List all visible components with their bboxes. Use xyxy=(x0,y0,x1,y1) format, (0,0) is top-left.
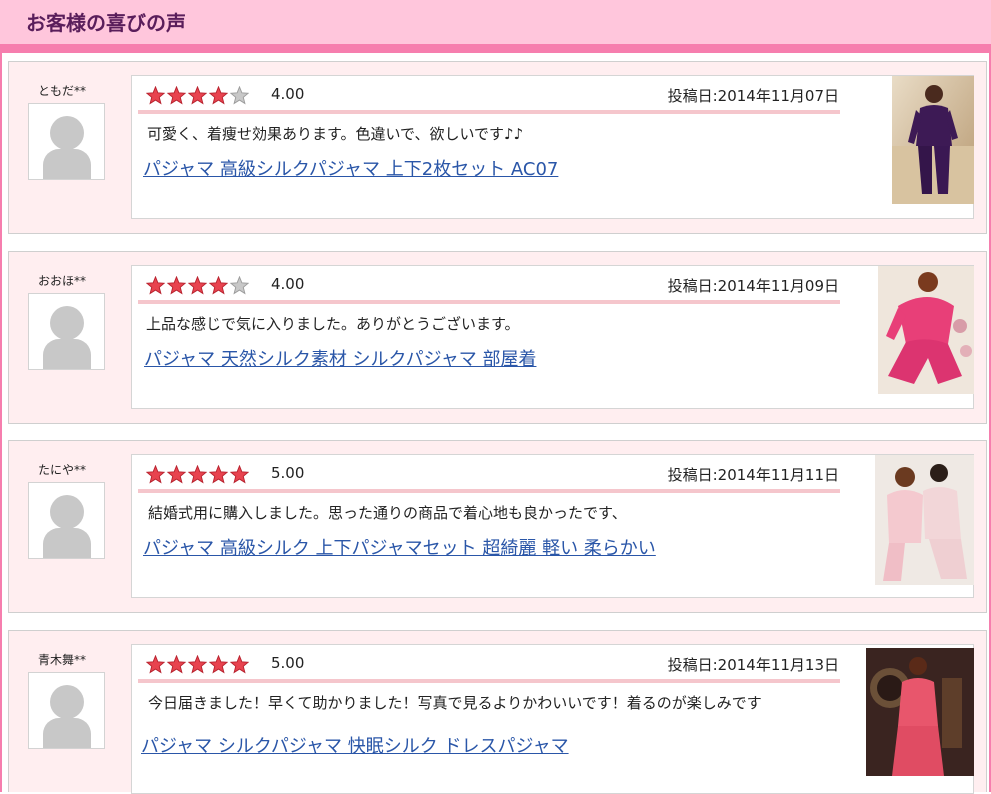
star-empty-icon xyxy=(230,275,249,294)
review-item: おおほ** 4.00 投稿日:2014年11月09日 上品な感じで気に入りました… xyxy=(8,251,987,424)
card-divider xyxy=(138,489,840,493)
star-filled-icon xyxy=(188,654,207,673)
product-link[interactable]: パジャマ 天然シルク素材 シルクパジャマ 部屋着 xyxy=(144,345,536,371)
star-filled-icon xyxy=(146,85,165,104)
star-filled-icon xyxy=(188,85,207,104)
star-filled-icon xyxy=(167,654,186,673)
review-item: ともだ** 4.00 投稿日:2014年11月07日 可愛く、着痩せ効果あります… xyxy=(8,61,987,234)
reviewer-name: 青木舞** xyxy=(37,653,86,667)
star-filled-icon xyxy=(188,275,207,294)
post-date: 投稿日:2014年11月13日 xyxy=(667,656,839,674)
star-filled-icon xyxy=(209,85,228,104)
product-link[interactable]: パジャマ シルクパジャマ 快眠シルク ドレスパジャマ xyxy=(141,732,569,758)
product-link[interactable]: パジャマ 高級シルク 上下パジャマセット 超綺麗 軽い 柔らかい xyxy=(143,534,656,560)
reviewer-name: たにや** xyxy=(37,463,86,477)
reviewer-avatar-icon xyxy=(28,672,105,749)
card-divider xyxy=(138,300,840,304)
header-divider xyxy=(0,44,991,53)
rating-value: 5.00 xyxy=(271,654,305,672)
card-divider xyxy=(138,679,840,683)
review-comment: 上品な感じで気に入りました。ありがとうございます。 xyxy=(146,315,520,333)
product-link[interactable]: パジャマ 高級シルクパジャマ 上下2枚セット AC07 xyxy=(143,155,558,181)
reviewer-avatar-icon xyxy=(28,482,105,559)
post-date: 投稿日:2014年11月11日 xyxy=(667,466,839,484)
pink-silk-pajama-photo[interactable] xyxy=(878,266,974,394)
couple-pajama-photo[interactable] xyxy=(875,455,974,585)
star-filled-icon xyxy=(230,654,249,673)
reviewer-avatar-icon xyxy=(28,103,105,180)
review-comment: 可愛く、着痩せ効果あります。色違いで、欲しいです♪♪ xyxy=(147,125,524,143)
review-item: 青木舞** 5.00 投稿日:2014年11月13日 今日届きました！早くて助か… xyxy=(8,630,987,794)
star-filled-icon xyxy=(209,275,228,294)
reviewer-name: おおほ** xyxy=(37,274,86,288)
review-card: 5.00 投稿日:2014年11月11日 結婚式用に購入しました。思った通りの商… xyxy=(131,454,974,598)
star-filled-icon xyxy=(167,275,186,294)
review-card: 4.00 投稿日:2014年11月07日 可愛く、着痩せ効果あります。色違いで、… xyxy=(131,75,974,219)
dress-pajama-photo[interactable] xyxy=(866,648,974,776)
reviewer-name: ともだ** xyxy=(37,84,86,98)
star-filled-icon xyxy=(209,654,228,673)
reviewer-avatar-icon xyxy=(28,293,105,370)
rating-value: 4.00 xyxy=(271,275,305,293)
star-filled-icon xyxy=(188,464,207,483)
purple-silk-pajama-photo[interactable] xyxy=(892,76,974,204)
review-card: 4.00 投稿日:2014年11月09日 上品な感じで気に入りました。ありがとう… xyxy=(131,265,974,409)
card-divider xyxy=(138,110,840,114)
star-rating xyxy=(146,274,251,296)
star-filled-icon xyxy=(146,654,165,673)
star-empty-icon xyxy=(230,85,249,104)
star-filled-icon xyxy=(167,464,186,483)
star-filled-icon xyxy=(146,464,165,483)
rating-value: 5.00 xyxy=(271,464,305,482)
rating-value: 4.00 xyxy=(271,85,305,103)
star-filled-icon xyxy=(146,275,165,294)
star-filled-icon xyxy=(230,464,249,483)
review-card: 5.00 投稿日:2014年11月13日 今日届きました！早くて助かりました！写… xyxy=(131,644,974,794)
star-rating xyxy=(146,463,251,485)
post-date: 投稿日:2014年11月07日 xyxy=(667,87,839,105)
post-date: 投稿日:2014年11月09日 xyxy=(667,277,839,295)
star-rating xyxy=(146,84,251,106)
review-item: たにや** 5.00 投稿日:2014年11月11日 結婚式用に購入しました。思… xyxy=(8,440,987,613)
star-rating xyxy=(146,653,251,675)
page-header: お客様の喜びの声 xyxy=(0,0,991,44)
review-comment: 今日届きました！早くて助かりました！写真で見るよりかわいいです！着るのが楽しみで… xyxy=(148,694,762,712)
star-filled-icon xyxy=(209,464,228,483)
page-title: お客様の喜びの声 xyxy=(26,11,186,35)
review-comment: 結婚式用に購入しました。思った通りの商品で着心地も良かったです、 xyxy=(148,504,627,522)
star-filled-icon xyxy=(167,85,186,104)
